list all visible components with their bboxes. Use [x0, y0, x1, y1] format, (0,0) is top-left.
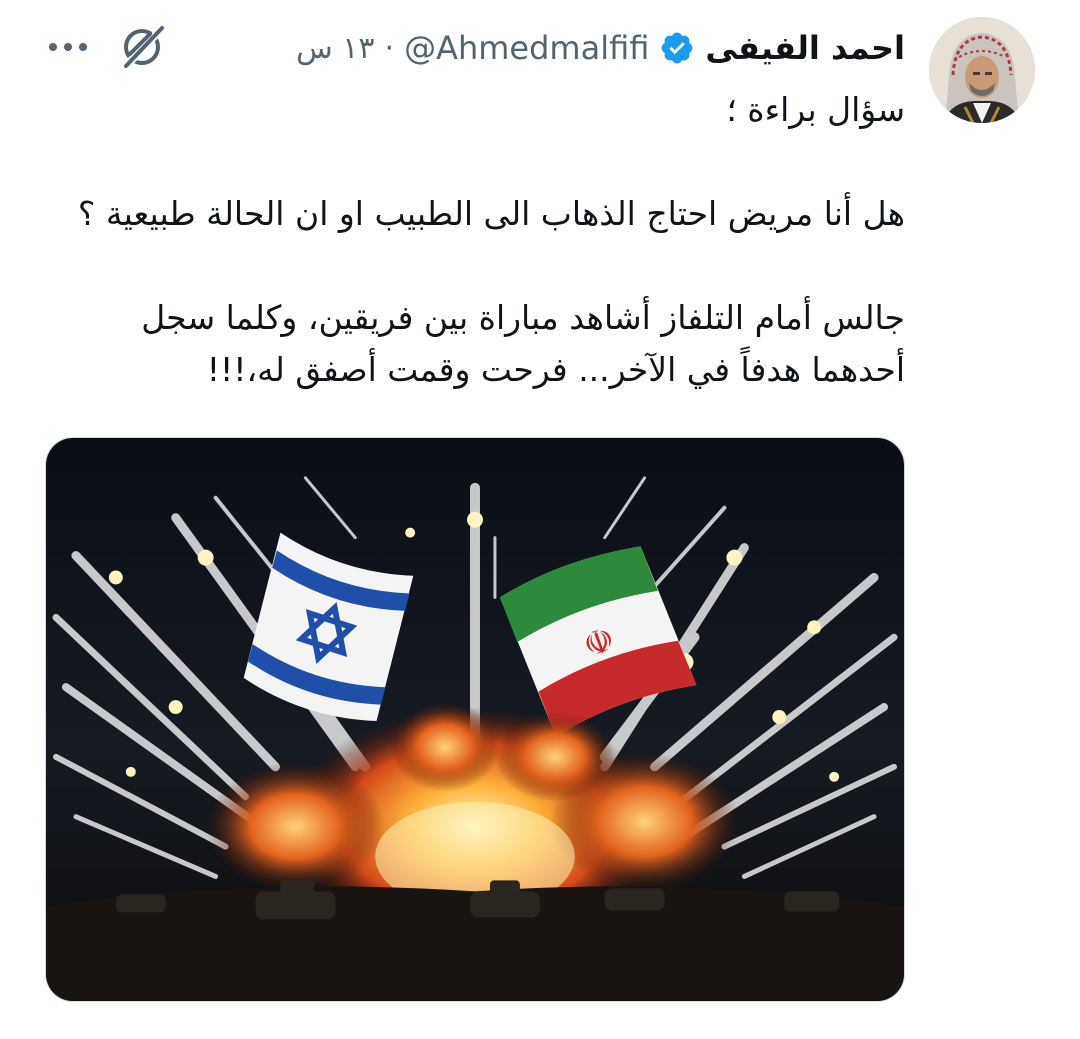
display-name[interactable]: احمد الفيفى [705, 29, 905, 67]
tweet-text: سؤال براءة ؛ هل أنا مريض احتاج الذهاب ال… [45, 84, 905, 396]
timestamp[interactable]: ١٣ س [296, 31, 374, 66]
tweet[interactable]: احمد الفيفى @Ahmedmalfifi · ١٣ س سؤال بر… [0, 0, 1080, 1039]
avatar[interactable] [929, 17, 1035, 123]
more-icon[interactable] [46, 30, 90, 64]
handle[interactable]: @Ahmedmalfifi [404, 29, 649, 67]
grok-icon[interactable] [118, 22, 168, 70]
tweet-media-image[interactable]: ☫ [45, 437, 905, 1002]
tweet-text-line: أحدهما هدفاً في الآخر... فرحت وقمت أصفق … [206, 350, 905, 389]
tweet-header: احمد الفيفى @Ahmedmalfifi · ١٣ س [296, 24, 905, 72]
separator-dot: · [384, 30, 395, 66]
avatar-image [929, 17, 1035, 123]
tweet-text-line: جالس أمام التلفاز أشاهد مباراة بين فريقي… [141, 298, 905, 337]
verified-badge-icon[interactable] [659, 30, 695, 66]
tweet-text-line: سؤال براءة ؛ [726, 90, 905, 129]
tweet-text-line: هل أنا مريض احتاج الذهاب الى الطبيب او ا… [77, 194, 905, 233]
